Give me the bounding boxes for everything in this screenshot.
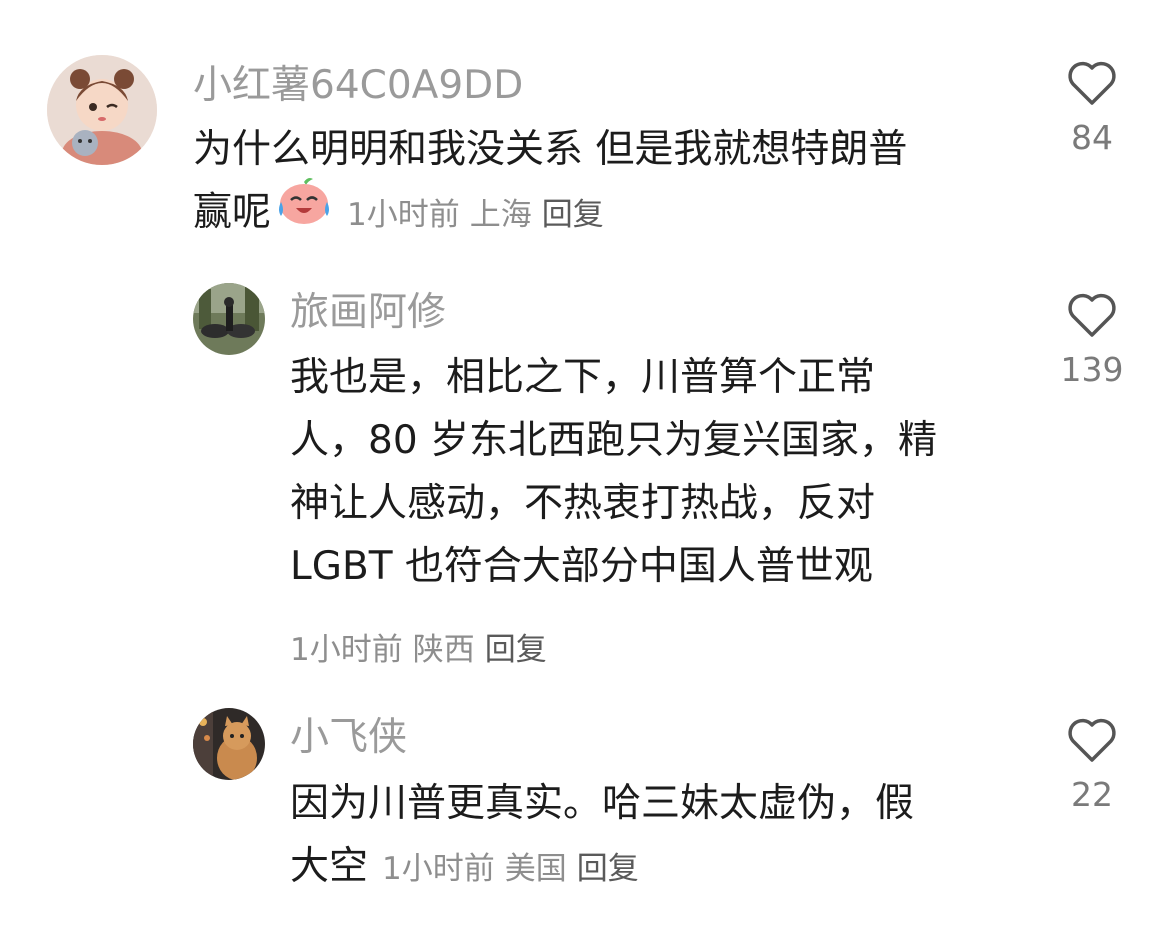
- cat-photo-avatar-icon: [193, 708, 265, 780]
- location: 美国: [504, 851, 567, 887]
- timestamp: 1小时前: [347, 197, 460, 233]
- heart-icon: [1068, 61, 1116, 105]
- comment-meta: 1小时前 陕西 回复: [290, 624, 557, 669]
- username[interactable]: 小红薯64C0A9DD: [193, 66, 523, 105]
- location: 上海: [469, 197, 532, 233]
- like-count: 139: [1060, 350, 1124, 389]
- heart-icon: [1068, 718, 1116, 762]
- comment-text: 为什么明明和我没关系 但是我就想特朗普 赢呢 1小时前 上海 回复: [193, 118, 993, 247]
- like-button[interactable]: 22: [1052, 717, 1132, 814]
- reply-button[interactable]: 回复: [577, 851, 639, 887]
- comment-meta: 1小时前 美国 回复: [382, 851, 649, 887]
- username[interactable]: 旅画阿修: [290, 293, 446, 332]
- crying-laughing-peach-emoji-icon: [275, 176, 333, 245]
- reply-button[interactable]: 回复: [542, 197, 604, 233]
- avatar[interactable]: [193, 283, 265, 355]
- like-button[interactable]: 139: [1052, 292, 1132, 389]
- reply-button[interactable]: 回复: [485, 632, 547, 668]
- timestamp: 1小时前: [382, 851, 495, 887]
- avatar[interactable]: [193, 708, 265, 780]
- comment-text: 我也是，相比之下，川普算个正常 人，80 岁东北西跑只为复兴国家，精 神让人感动，不…: [290, 346, 1010, 598]
- comment-body: 我也是，相比之下，川普算个正常 人，80 岁东北西跑只为复兴国家，精 神让人感动，不…: [290, 355, 938, 589]
- motorcycle-photo-avatar-icon: [193, 283, 265, 355]
- heart-icon: [1068, 293, 1116, 337]
- cartoon-girl-avatar-icon: [47, 55, 157, 165]
- comment-text: 因为川普更真实。哈三妹太虚伪，假 大空 1小时前 美国 回复: [290, 772, 1010, 901]
- like-count: 84: [1071, 118, 1113, 157]
- like-button[interactable]: 84: [1052, 60, 1132, 157]
- comment-meta: 1小时前 上海 回复: [347, 197, 614, 233]
- avatar[interactable]: [47, 55, 157, 165]
- location: 陕西: [412, 632, 475, 668]
- timestamp: 1小时前: [290, 632, 403, 668]
- like-count: 22: [1071, 775, 1113, 814]
- username[interactable]: 小飞侠: [290, 718, 407, 757]
